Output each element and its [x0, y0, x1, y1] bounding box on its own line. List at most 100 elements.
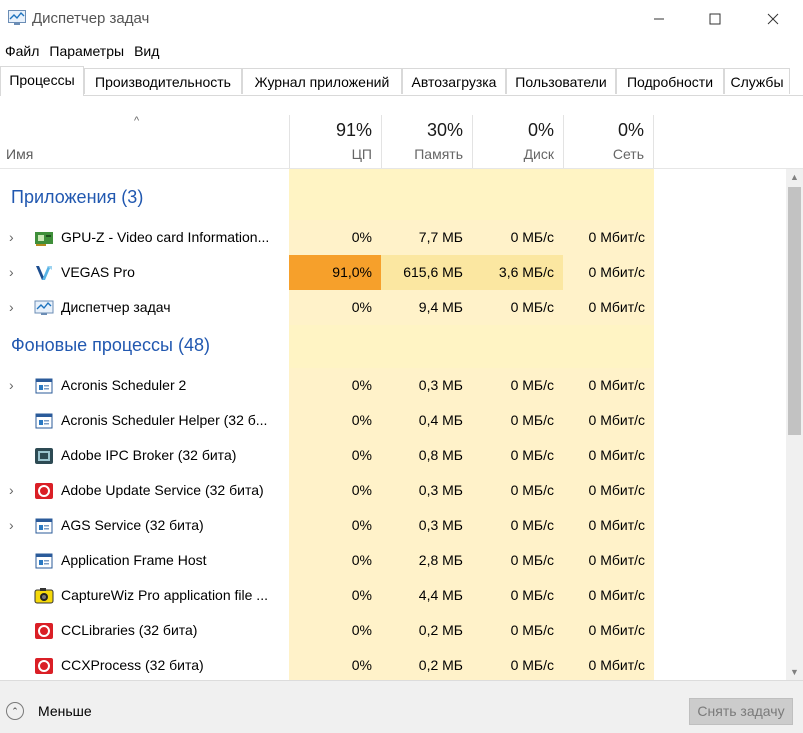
process-memory-cell: 0,4 МБ	[381, 403, 472, 438]
scroll-down-icon[interactable]: ▼	[790, 667, 799, 677]
adobe-cc-icon	[35, 483, 53, 499]
footer: ⌃ Меньше Снять задачу	[0, 680, 803, 733]
window-app-icon	[35, 413, 53, 429]
menu-bar: Файл Параметры Вид	[0, 40, 164, 62]
process-disk-cell: 0 МБ/с	[472, 438, 563, 473]
chevron-right-icon[interactable]: ›	[9, 264, 14, 280]
tab-app-history[interactable]: Журнал приложений	[242, 68, 402, 94]
process-network-cell: 0 Мбит/с	[563, 473, 654, 508]
maximize-icon	[709, 13, 721, 25]
process-network-cell: 0 Мбит/с	[563, 403, 654, 438]
process-name: VEGAS Pro	[61, 264, 135, 280]
process-network-cell: 0 Мбит/с	[563, 543, 654, 578]
process-memory-cell: 615,6 МБ	[381, 255, 472, 290]
process-memory-cell: 4,4 МБ	[381, 578, 472, 613]
process-disk-cell: 0 МБ/с	[472, 368, 563, 403]
process-row[interactable]: › Диспетчер задач 0% 9,4 МБ 0 МБ/с 0 Мбит/с	[0, 290, 786, 325]
process-name: CCXProcess (32 бита)	[61, 657, 204, 673]
process-network-cell: 0 Мбит/с	[563, 290, 654, 325]
process-memory-cell: 0,3 МБ	[381, 508, 472, 543]
group-header: Приложения (3)	[11, 187, 144, 207]
chevron-right-icon[interactable]: ›	[9, 299, 14, 315]
process-name: AGS Service (32 бита)	[61, 517, 204, 533]
fewer-details-toggle[interactable]: ⌃ Меньше	[6, 702, 92, 720]
process-row[interactable]: Application Frame Host 0% 2,8 МБ 0 МБ/с 0 Мб…	[0, 543, 786, 578]
window-title: Диспетчер задач	[32, 10, 150, 27]
menu-view[interactable]: Вид	[129, 40, 164, 62]
end-task-button[interactable]: Снять задачу	[689, 698, 793, 725]
tab-startup[interactable]: Автозагрузка	[402, 68, 506, 94]
process-cpu-cell: 0%	[289, 290, 381, 325]
minimize-button[interactable]	[636, 0, 682, 38]
disk-label: Диск	[523, 146, 554, 162]
process-name: Acronis Scheduler Helper (32 б...	[61, 412, 268, 428]
process-disk-cell: 0 МБ/с	[472, 648, 563, 680]
chevron-right-icon[interactable]: ›	[9, 482, 14, 498]
process-row[interactable]: Adobe IPC Broker (32 бита) 0% 0,8 МБ 0 МБ/с…	[0, 438, 786, 473]
tab-services[interactable]: Службы	[724, 68, 790, 94]
group-header: Фоновые процессы (48)	[11, 335, 210, 355]
tab-strip: Процессы Производительность Журнал прило…	[0, 66, 803, 96]
scrollbar-thumb[interactable]	[788, 187, 801, 435]
column-disk[interactable]: 0% Диск	[472, 115, 563, 168]
memory-total: 30%	[426, 120, 463, 140]
process-row[interactable]: › GPU-Z - Video card Information... 0% 7,7 …	[0, 220, 786, 255]
process-memory-cell: 0,2 МБ	[381, 613, 472, 648]
process-memory-cell: 9,4 МБ	[381, 290, 472, 325]
tab-details[interactable]: Подробности	[616, 68, 724, 94]
vertical-scrollbar[interactable]: ▲ ▼	[786, 169, 803, 680]
close-button[interactable]	[750, 0, 796, 38]
process-cpu-cell: 0%	[289, 403, 381, 438]
chevron-right-icon[interactable]: ›	[9, 229, 14, 245]
process-memory-cell: 0,3 МБ	[381, 473, 472, 508]
column-cpu[interactable]: 91% ЦП	[289, 115, 381, 168]
menu-file[interactable]: Файл	[0, 40, 44, 62]
process-row[interactable]: CCLibraries (32 бита) 0% 0,2 МБ 0 МБ/с 0 Мби…	[0, 613, 786, 648]
column-network[interactable]: 0% Сеть	[563, 115, 654, 168]
process-memory-cell: 7,7 МБ	[381, 220, 472, 255]
vegas-icon	[34, 264, 54, 282]
title-bar: Диспетчер задач	[0, 0, 803, 38]
gpu-card-icon	[35, 232, 53, 246]
process-cpu-cell: 0%	[289, 613, 381, 648]
process-name: Диспетчер задач	[61, 299, 171, 315]
process-disk-cell: 0 МБ/с	[472, 403, 563, 438]
window-app-icon	[35, 518, 53, 534]
process-row[interactable]: › Adobe Update Service (32 бита) 0% 0,3 МБ 0…	[0, 473, 786, 508]
menu-options[interactable]: Параметры	[44, 40, 129, 62]
network-total: 0%	[617, 120, 644, 140]
process-network-cell: 0 Мбит/с	[563, 438, 654, 473]
tab-processes[interactable]: Процессы	[0, 66, 84, 96]
process-disk-cell: 0 МБ/с	[472, 220, 563, 255]
process-memory-cell: 0,8 МБ	[381, 438, 472, 473]
process-cpu-cell: 0%	[289, 648, 381, 680]
adobe-cc-icon	[35, 658, 53, 674]
chevron-right-icon[interactable]: ›	[9, 517, 14, 533]
tab-users[interactable]: Пользователи	[506, 68, 616, 94]
process-name: Application Frame Host	[61, 552, 207, 568]
process-network-cell: 0 Мбит/с	[563, 220, 654, 255]
process-row[interactable]: › Acronis Scheduler 2 0% 0,3 МБ 0 МБ/с 0 Мбит…	[0, 368, 786, 403]
chevron-up-icon: ⌃	[6, 702, 24, 720]
process-row[interactable]: Acronis Scheduler Helper (32 б... 0% 0,4 М…	[0, 403, 786, 438]
process-network-cell: 0 Мбит/с	[563, 368, 654, 403]
scroll-up-icon[interactable]: ▲	[790, 172, 799, 182]
column-name[interactable]: Имя	[6, 146, 33, 162]
process-row[interactable]: CCXProcess (32 бита) 0% 0,2 МБ 0 МБ/с 0 Мбит…	[0, 648, 786, 680]
process-row[interactable]: › VEGAS Pro 91,0% 615,6 МБ 3,6 МБ/с 0 Мбит/с	[0, 255, 786, 290]
capturewiz-icon	[34, 588, 54, 604]
tab-performance[interactable]: Производительность	[84, 68, 242, 94]
process-cpu-cell: 0%	[289, 578, 381, 613]
process-disk-cell: 0 МБ/с	[472, 543, 563, 578]
process-disk-cell: 0 МБ/с	[472, 473, 563, 508]
process-cpu-cell: 0%	[289, 438, 381, 473]
minimize-icon	[654, 18, 664, 20]
process-row[interactable]: CaptureWiz Pro application file ... 0% 4,4…	[0, 578, 786, 613]
chevron-right-icon[interactable]: ›	[9, 377, 14, 393]
process-list: Приложения (3) › GPU-Z - Video card Inform…	[0, 169, 786, 680]
column-memory[interactable]: 30% Память	[381, 115, 472, 168]
process-name: CaptureWiz Pro application file ...	[61, 587, 268, 603]
maximize-button[interactable]	[692, 0, 738, 38]
process-disk-cell: 0 МБ/с	[472, 578, 563, 613]
process-row[interactable]: › AGS Service (32 бита) 0% 0,3 МБ 0 МБ/с 0 Мб…	[0, 508, 786, 543]
